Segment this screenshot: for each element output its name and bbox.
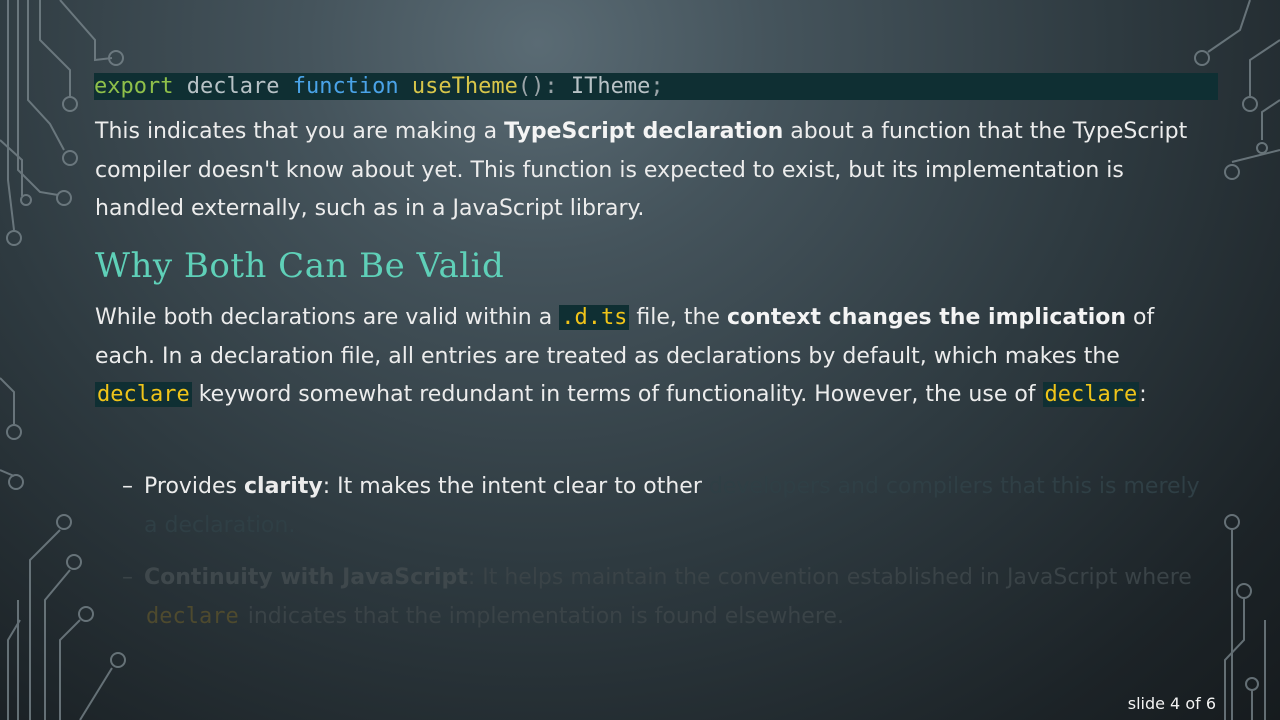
code-token-function: function bbox=[292, 74, 399, 99]
paragraph-validity: While both declarations are valid within… bbox=[95, 299, 1215, 415]
bullet-dash: – bbox=[122, 565, 133, 590]
slide-number: slide 4 of 6 bbox=[1127, 694, 1216, 713]
code-token-declare: declare bbox=[173, 74, 293, 99]
code-token-type: ITheme bbox=[570, 74, 651, 99]
section-heading: Why Both Can Be Valid bbox=[95, 246, 505, 286]
bullet-continuity: – Continuity with JavaScript: It helps m… bbox=[122, 558, 1202, 636]
para2-text-b: file, the bbox=[629, 305, 728, 330]
inline-code-dts: .d.ts bbox=[559, 305, 630, 330]
inline-code-declare-2: declare bbox=[1042, 382, 1140, 407]
para2-bold: context changes the implication bbox=[727, 305, 1127, 330]
para1-text-a: This indicates that you are making a bbox=[95, 119, 505, 144]
inline-code-declare-3: declare bbox=[146, 604, 239, 629]
inline-code-declare-1: declare bbox=[95, 382, 192, 407]
bullet1-text-b: : It makes the intent clear to other bbox=[322, 474, 709, 499]
para2-text-a: While both declarations are valid within… bbox=[95, 305, 560, 330]
code-token-fn-name: useTheme bbox=[411, 74, 518, 99]
code-token-export: export bbox=[94, 74, 174, 99]
bullet2-text-b: indicates that the implementation is fou… bbox=[240, 604, 844, 629]
paragraph-intro: This indicates that you are making a Typ… bbox=[95, 113, 1215, 229]
bullet2-text-a: : It helps maintain the convention estab… bbox=[467, 565, 1192, 590]
para1-bold: TypeScript declaration bbox=[504, 119, 784, 144]
para2-text-e: : bbox=[1139, 382, 1147, 407]
bullet1-text-a: Provides bbox=[144, 474, 244, 499]
code-line: export declare function useTheme(): IThe… bbox=[94, 73, 1218, 100]
para2-text-d: keyword somewhat redundant in terms of f… bbox=[191, 382, 1043, 407]
bullet2-bold: Continuity with JavaScript bbox=[144, 565, 468, 590]
code-token-parens: (): bbox=[517, 74, 571, 99]
bullet-clarity: – Provides clarity: It makes the intent … bbox=[122, 467, 1202, 545]
bullet1-bold: clarity bbox=[244, 474, 323, 499]
bullet-dash: – bbox=[122, 474, 133, 499]
code-token-semicolon: ; bbox=[650, 74, 664, 99]
